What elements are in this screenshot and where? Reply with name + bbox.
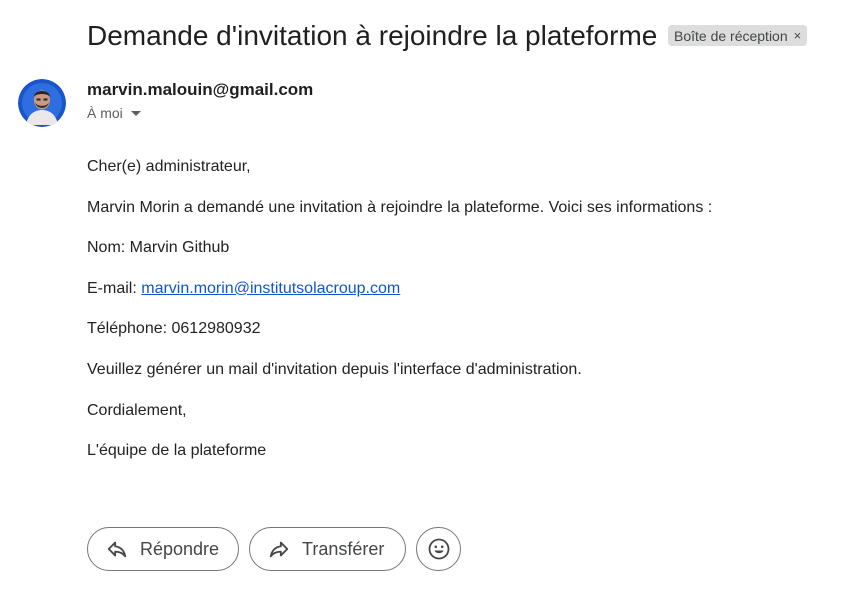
emoji-reaction-button[interactable] — [416, 527, 461, 571]
sender-email[interactable]: marvin.malouin@gmail.com — [87, 79, 313, 101]
closing-line: Cordialement, — [87, 401, 187, 419]
email-link[interactable]: marvin.morin@institutsolacroup.com — [141, 280, 400, 297]
email-body: Cher(e) administrateur, Marvin Morin a d… — [87, 157, 827, 482]
email-subject: Demande d'invitation à rejoindre la plat… — [87, 20, 658, 51]
forward-icon — [268, 538, 290, 560]
reply-button[interactable]: Répondre — [87, 527, 239, 571]
avatar[interactable] — [18, 79, 66, 127]
reply-icon — [106, 538, 128, 560]
request-line: Veuillez générer un mail d'invitation de… — [87, 360, 582, 378]
avatar-image — [18, 79, 66, 127]
email-line: E-mail: marvin.morin@institutsolacroup.c… — [87, 279, 827, 299]
remove-label-icon[interactable]: × — [794, 28, 802, 43]
signature-line: L'équipe de la plateforme — [87, 442, 267, 460]
phone-line: Téléphone: 0612980932 — [87, 320, 261, 338]
label-chip-text: Boîte de réception — [674, 27, 788, 44]
name-line: Nom: Marvin Github — [87, 239, 230, 257]
chevron-down-icon[interactable] — [130, 110, 141, 116]
emoji-icon — [427, 537, 451, 561]
email-prefix: E-mail: — [87, 279, 142, 297]
forward-button[interactable]: Transférer — [249, 527, 406, 571]
reply-label: Répondre — [140, 538, 220, 559]
recipient-line[interactable]: À moi — [87, 105, 141, 121]
inbox-label-chip[interactable]: Boîte de réception × — [668, 25, 808, 46]
forward-label: Transférer — [302, 538, 385, 559]
intro-line: Marvin Morin a demandé une invitation à … — [87, 198, 713, 216]
greeting-line: Cher(e) administrateur, — [87, 158, 251, 175]
recipient-label: À moi — [87, 105, 123, 121]
